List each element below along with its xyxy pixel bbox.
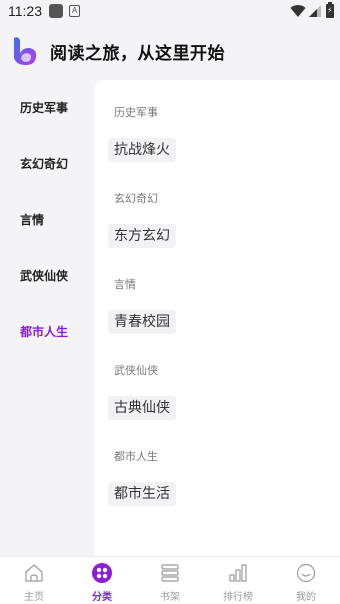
nav-label: 主页 (24, 592, 44, 603)
bottom-nav: 主页 分类 书架 排行榜 我的 (0, 556, 340, 604)
nav-label: 排行榜 (223, 592, 253, 603)
nav-label: 分类 (92, 592, 112, 603)
tag-chip[interactable]: 抗战烽火 (108, 138, 176, 162)
header: 阅读之旅，从这里开始 (0, 24, 340, 80)
nav-label: 书架 (160, 592, 180, 603)
tag-chip[interactable]: 古典仙侠 (108, 396, 176, 420)
signal-icon (309, 5, 321, 17)
page-title: 阅读之旅，从这里开始 (50, 44, 225, 64)
tag-chip[interactable]: 东方玄幻 (108, 224, 176, 248)
ranking-icon (229, 564, 247, 582)
section-title: 武侠仙侠 (114, 364, 158, 377)
status-bar: 11:23 A ⚡ (0, 0, 340, 24)
wifi-icon (290, 5, 306, 18)
nav-item-bookshelf[interactable]: 书架 (136, 557, 204, 604)
nav-item-profile[interactable]: 我的 (272, 557, 340, 604)
nav-item-category[interactable]: 分类 (68, 557, 136, 604)
notification-a-icon: A (69, 5, 80, 17)
category-item-romance[interactable]: 言情 (0, 192, 94, 248)
section-title: 言情 (114, 278, 136, 291)
nav-item-home[interactable]: 主页 (0, 557, 68, 604)
battery-icon: ⚡ (326, 2, 334, 18)
status-time: 11:23 (8, 3, 42, 19)
category-item-wuxia[interactable]: 武侠仙侠 (0, 248, 94, 304)
app-logo-icon (14, 37, 37, 65)
section-title: 玄幻奇幻 (114, 192, 158, 205)
category-menu: 历史军事 玄幻奇幻 言情 武侠仙侠 都市人生 (0, 80, 94, 555)
notification-app-icon (49, 4, 63, 18)
tag-chip[interactable]: 青春校园 (108, 310, 176, 334)
bookshelf-icon (161, 564, 179, 582)
profile-icon (296, 563, 316, 583)
category-icon (92, 563, 112, 583)
category-item-urban-life[interactable]: 都市人生 (0, 304, 94, 360)
home-icon (25, 564, 43, 582)
category-item-fantasy[interactable]: 玄幻奇幻 (0, 136, 94, 192)
subcategory-panel: 历史军事 抗战烽火 玄幻奇幻 东方玄幻 言情 青春校园 武侠仙侠 古典仙侠 都市… (94, 80, 340, 556)
nav-label: 我的 (296, 592, 316, 603)
tag-chip[interactable]: 都市生活 (108, 482, 176, 506)
section-title: 都市人生 (114, 450, 158, 463)
category-item-history-military[interactable]: 历史军事 (0, 80, 94, 136)
nav-item-ranking[interactable]: 排行榜 (204, 557, 272, 604)
section-title: 历史军事 (114, 106, 158, 119)
